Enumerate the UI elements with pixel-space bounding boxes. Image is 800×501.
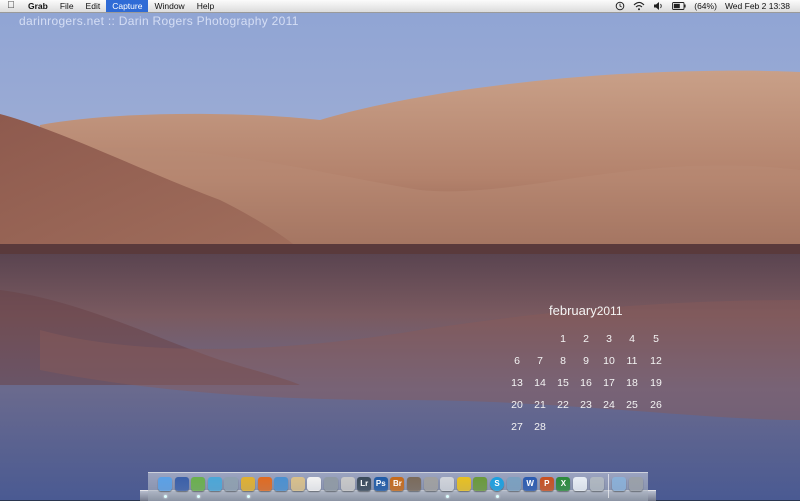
calendar-day: 4 — [629, 333, 635, 345]
calendar-day: 10 — [603, 355, 615, 367]
calendar-day: 21 — [534, 399, 546, 411]
lightroom-icon[interactable]: Lr — [357, 477, 372, 491]
menu-file[interactable]: File — [54, 0, 80, 12]
calendar-day: 8 — [560, 355, 566, 367]
running-indicator — [163, 495, 167, 498]
volume-icon[interactable] — [649, 1, 668, 11]
itunes-icon[interactable] — [207, 477, 222, 491]
calendar-day: 12 — [650, 355, 662, 367]
firefox-icon[interactable] — [257, 477, 272, 491]
calendar-day: 17 — [603, 377, 615, 389]
running-indicator — [495, 495, 499, 498]
chrome-icon[interactable] — [241, 477, 255, 491]
calendar-day: 25 — [626, 399, 638, 411]
excel-icon[interactable]: X — [556, 477, 571, 491]
skype-icon[interactable]: S — [490, 477, 504, 491]
mail-icon[interactable] — [191, 477, 206, 491]
calendar-day: 18 — [626, 377, 638, 389]
wallpaper-watermark: darinrogers.net :: Darin Rogers Photogra… — [19, 14, 299, 28]
status-area: (64%) Wed Feb 2 13:38 — [611, 0, 800, 12]
gear-icon[interactable] — [324, 477, 338, 491]
time-machine-icon[interactable] — [611, 1, 629, 11]
calendar-day: 26 — [650, 399, 662, 411]
calendar-day: 5 — [653, 333, 659, 345]
globe-icon[interactable] — [506, 477, 521, 491]
calendar-day: 14 — [534, 377, 546, 389]
grab-icon[interactable] — [440, 477, 455, 491]
menu-app-name[interactable]: Grab — [22, 0, 54, 12]
running-indicator — [246, 495, 250, 498]
calendar-day: 23 — [580, 399, 592, 411]
calendar-day: 3 — [606, 333, 612, 345]
finder-icon[interactable] — [158, 477, 172, 491]
menu-edit[interactable]: Edit — [80, 0, 107, 12]
calendar-day: 28 — [534, 421, 546, 433]
notes-icon[interactable] — [290, 477, 305, 491]
battery-percentage: (64%) — [694, 1, 717, 11]
trash-icon[interactable] — [628, 477, 643, 491]
calendar-day: 6 — [514, 355, 520, 367]
menu-clock[interactable]: Wed Feb 2 13:38 — [721, 0, 794, 12]
duck-icon[interactable] — [456, 477, 471, 491]
powerpoint-icon[interactable]: P — [539, 477, 554, 491]
menu-capture[interactable]: Capture — [106, 0, 149, 12]
calendar-day: 11 — [626, 355, 638, 367]
calendar-day: 24 — [603, 399, 615, 411]
calendar-day: 27 — [511, 421, 523, 433]
photoshop-icon[interactable]: Ps — [373, 477, 388, 491]
calendar-day: 1 — [560, 333, 566, 345]
colorsync-icon[interactable] — [473, 477, 488, 491]
safari-icon[interactable] — [274, 477, 289, 491]
textedit-icon[interactable] — [340, 477, 355, 491]
word-icon[interactable]: W — [523, 477, 538, 491]
calendar-day: 22 — [557, 399, 569, 411]
calendar-day: 7 — [537, 355, 543, 367]
apple-icon[interactable]:  — [0, 0, 22, 12]
dock-separator — [608, 474, 610, 498]
document-icon[interactable] — [573, 477, 587, 491]
calendar-day: 15 — [557, 377, 569, 389]
menu-window[interactable]: Window — [148, 0, 190, 12]
calendar-day: 19 — [650, 377, 662, 389]
dashboard-icon[interactable] — [174, 477, 189, 491]
running-indicator — [196, 495, 200, 498]
downloads-folder-icon[interactable] — [612, 477, 627, 491]
calendar-month: february — [549, 303, 597, 318]
battery-icon[interactable] — [668, 2, 690, 10]
menu-bar:  Grab File Edit Capture Window Help (64… — [0, 0, 800, 13]
running-indicator — [445, 495, 449, 498]
calendar-icon[interactable] — [307, 477, 322, 491]
desktop-wallpaper — [0, 0, 800, 500]
calendar-day: 20 — [511, 399, 523, 411]
calendar-year: 2011 — [596, 304, 623, 318]
archive-icon[interactable] — [589, 477, 604, 491]
preview-icon[interactable] — [224, 477, 239, 491]
tools-icon[interactable] — [423, 477, 438, 491]
calendar-day: 13 — [511, 377, 523, 389]
bridge-icon[interactable]: Br — [390, 477, 405, 491]
menu-help[interactable]: Help — [191, 0, 220, 12]
wifi-icon[interactable] — [629, 1, 649, 11]
calendar-day: 16 — [580, 377, 592, 389]
calendar-title: february2011 — [549, 303, 623, 318]
calendar-day: 9 — [583, 355, 589, 367]
photo-icon[interactable] — [407, 477, 421, 491]
calendar-day: 2 — [583, 333, 589, 345]
